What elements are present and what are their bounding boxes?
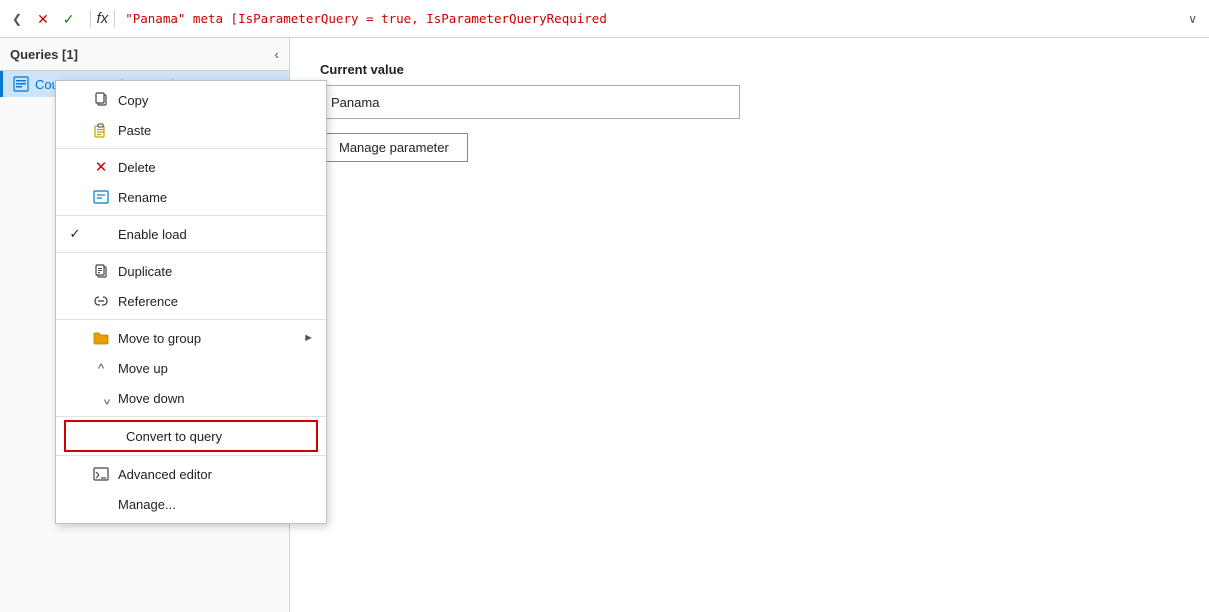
menu-item-manage[interactable]: Manage... [56, 489, 326, 519]
menu-label-duplicate: Duplicate [118, 264, 314, 279]
rename-icon [92, 188, 110, 206]
formula-expand-button[interactable]: ∨ [1184, 10, 1201, 28]
separator-5 [56, 416, 326, 417]
current-value-label: Current value [320, 62, 1179, 77]
formula-bar-actions: ✕ ✓ [32, 10, 79, 28]
menu-item-move-to-group[interactable]: Move to group ► [56, 323, 326, 353]
move-to-group-arrow-icon: ► [303, 332, 314, 344]
menu-label-copy: Copy [118, 93, 314, 108]
menu-item-enable-load[interactable]: ✓ Enable load [56, 219, 326, 249]
menu-check-enable-load: ✓ [66, 226, 84, 242]
fx-label: fx [90, 10, 116, 27]
menu-item-delete[interactable]: ✕ Delete [56, 152, 326, 182]
current-value-input[interactable] [320, 85, 740, 119]
menu-label-manage: Manage... [118, 497, 314, 512]
menu-item-move-down[interactable]: ^ Move down [56, 383, 326, 413]
menu-item-reference[interactable]: Reference [56, 286, 326, 316]
formula-cancel-button[interactable]: ✕ [32, 10, 54, 28]
menu-item-duplicate[interactable]: Duplicate [56, 256, 326, 286]
paste-icon [92, 121, 110, 139]
menu-label-paste: Paste [118, 123, 314, 138]
delete-icon: ✕ [92, 158, 110, 176]
manage-parameter-button[interactable]: Manage parameter [320, 133, 468, 162]
menu-item-move-up[interactable]: ^ Move up [56, 353, 326, 383]
menu-item-rename[interactable]: Rename [56, 182, 326, 212]
separator-4 [56, 319, 326, 320]
menu-label-advanced-editor: Advanced editor [118, 467, 314, 482]
menu-label-move-to-group: Move to group [118, 331, 295, 346]
move-up-icon: ^ [92, 359, 110, 377]
menu-item-advanced-editor[interactable]: Advanced editor [56, 459, 326, 489]
separator-6 [56, 455, 326, 456]
menu-item-copy[interactable]: Copy [56, 85, 326, 115]
queries-header: Queries [1] ‹ [0, 38, 289, 71]
menu-label-rename: Rename [118, 190, 314, 205]
formula-content[interactable]: "Panama" meta [IsParameterQuery = true, … [125, 11, 1178, 26]
menu-label-move-up: Move up [118, 361, 314, 376]
formula-confirm-button[interactable]: ✓ [58, 10, 80, 28]
menu-item-convert-to-query[interactable]: Convert to query [64, 420, 318, 452]
separator-3 [56, 252, 326, 253]
manage-icon [92, 495, 110, 513]
convert-to-query-icon [100, 427, 118, 445]
left-panel: Queries [1] ‹ CountryName (Panama) [0, 38, 290, 612]
formula-bar: ❮ ✕ ✓ fx "Panama" meta [IsParameterQuery… [0, 0, 1209, 38]
reference-icon [92, 292, 110, 310]
separator-2 [56, 215, 326, 216]
folder-icon [92, 329, 110, 347]
menu-label-convert-to-query: Convert to query [126, 429, 308, 444]
queries-collapse-button[interactable]: ‹ [274, 46, 279, 62]
separator-1 [56, 148, 326, 149]
context-menu: Copy Paste [55, 80, 327, 524]
duplicate-icon [92, 262, 110, 280]
formula-bar-chevron[interactable]: ❮ [8, 10, 26, 28]
enable-load-icon [92, 225, 110, 243]
menu-label-move-down: Move down [118, 391, 314, 406]
copy-icon [92, 91, 110, 109]
right-panel: Current value Manage parameter [290, 38, 1209, 612]
menu-label-delete: Delete [118, 160, 314, 175]
menu-item-paste[interactable]: Paste [56, 115, 326, 145]
query-item-icon [13, 76, 29, 92]
menu-label-enable-load: Enable load [118, 227, 314, 242]
queries-title: Queries [1] [10, 47, 78, 62]
menu-label-reference: Reference [118, 294, 314, 309]
move-down-icon: ^ [92, 389, 110, 407]
advanced-editor-icon [92, 465, 110, 483]
main-layout: Queries [1] ‹ CountryName (Panama) [0, 38, 1209, 612]
